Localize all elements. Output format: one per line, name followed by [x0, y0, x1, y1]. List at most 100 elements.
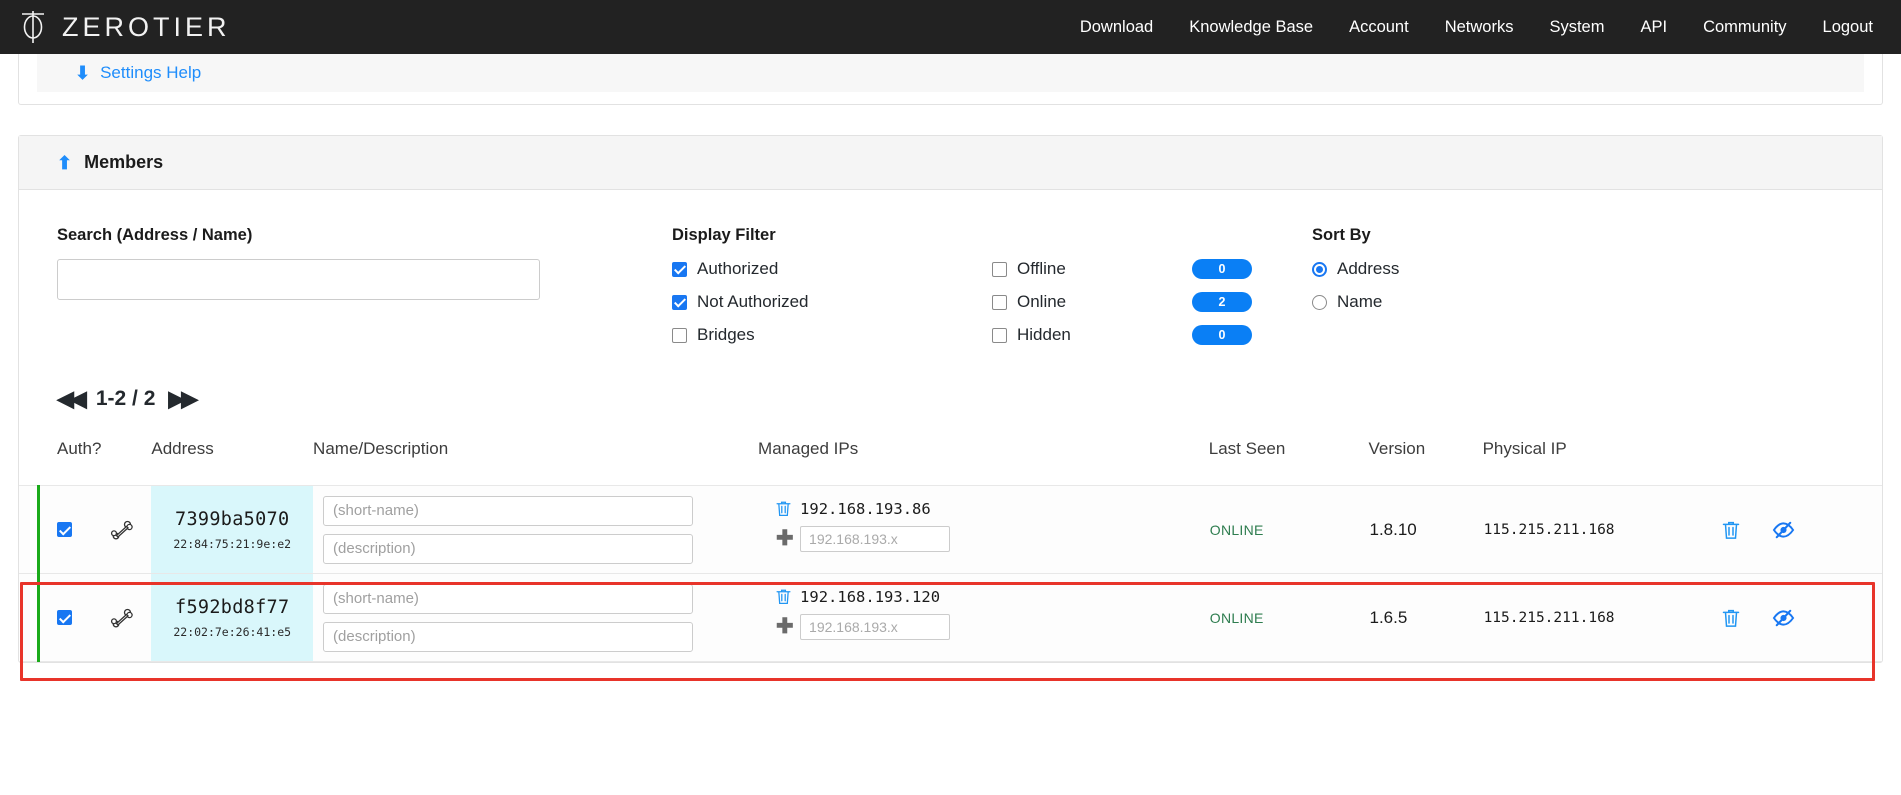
col-header-auth: Auth?	[19, 439, 151, 486]
row-version: 1.6.5	[1368, 574, 1482, 662]
row-short-name-input[interactable]	[323, 584, 693, 614]
display-filter-label: Display Filter	[672, 226, 1312, 245]
settings-panel: ⬇ Settings Help	[18, 54, 1883, 105]
sort-option-address-label: Address	[1337, 259, 1399, 279]
zerotier-logo-icon	[18, 9, 48, 45]
nav-item-account[interactable]: Account	[1349, 18, 1409, 37]
members-table-body: 7399ba5070 22:84:75:21:9e:e2	[19, 486, 1882, 662]
table-row[interactable]: 7399ba5070 22:84:75:21:9e:e2	[19, 486, 1882, 574]
row-address-cell: 7399ba5070 22:84:75:21:9e:e2	[151, 486, 313, 574]
managed-ip-add-row: ✚	[776, 526, 1208, 552]
skip-back-icon[interactable]: ◀◀	[57, 388, 83, 410]
checkbox-authorized[interactable]	[672, 262, 687, 277]
checkbox-not-authorized[interactable]	[672, 295, 687, 310]
filter-offline[interactable]: Offline	[992, 259, 1192, 279]
filter-hidden[interactable]: Hidden	[992, 325, 1192, 345]
trash-icon[interactable]	[776, 500, 791, 517]
skip-forward-icon[interactable]: ▶▶	[168, 388, 194, 410]
nav-item-api[interactable]: API	[1640, 18, 1667, 37]
display-filter-column: Display Filter Authorized Offline 0	[672, 226, 1312, 345]
sort-by-options: Address Name	[1312, 259, 1844, 312]
nav-item-community[interactable]: Community	[1703, 18, 1786, 37]
brand-name: ZEROTIER	[62, 12, 231, 43]
nav-item-knowledge-base[interactable]: Knowledge Base	[1189, 18, 1313, 37]
members-panel-header[interactable]: ⬆ Members	[19, 136, 1882, 190]
col-header-last-seen: Last Seen	[1209, 439, 1369, 486]
row-physical-ip: 115.215.211.168	[1483, 574, 1711, 662]
row-mac: 22:84:75:21:9e:e2	[163, 537, 301, 551]
row-last-seen: ONLINE	[1209, 574, 1369, 662]
nav-links: Download Knowledge Base Account Networks…	[1080, 18, 1873, 37]
managed-ip-add-input[interactable]	[800, 526, 950, 552]
managed-ip-entry: 192.168.193.120	[776, 588, 1208, 606]
filter-bridges[interactable]: Bridges	[672, 325, 992, 345]
row-name-cell	[313, 574, 758, 662]
col-header-version: Version	[1368, 439, 1482, 486]
checkbox-hidden[interactable]	[992, 328, 1007, 343]
pagination-range: 1-2 / 2	[96, 387, 156, 411]
row-last-seen: ONLINE	[1209, 486, 1369, 574]
arrow-up-icon: ⬆	[57, 154, 72, 172]
table-row[interactable]: f592bd8f77 22:02:7e:26:41:e5	[19, 574, 1882, 662]
members-table-header-row: Auth? Address Name/Description Managed I…	[19, 439, 1882, 486]
col-header-physical-ip: Physical IP	[1483, 439, 1711, 486]
nav-item-download[interactable]: Download	[1080, 18, 1153, 37]
sort-by-label: Sort By	[1312, 226, 1844, 245]
filter-hidden-label: Hidden	[1017, 325, 1071, 345]
badge-online-count: 2	[1192, 292, 1252, 312]
row-description-input[interactable]	[323, 622, 693, 652]
bone-wrench-icon[interactable]	[110, 606, 134, 630]
sort-option-name-label: Name	[1337, 292, 1382, 312]
filter-not-authorized-label: Not Authorized	[697, 292, 809, 312]
row-description-input[interactable]	[323, 534, 693, 564]
radio-name[interactable]	[1312, 295, 1327, 310]
nav-item-system[interactable]: System	[1549, 18, 1604, 37]
row-short-name-input[interactable]	[323, 496, 693, 526]
row-version: 1.8.10	[1368, 486, 1482, 574]
row-delete-icon[interactable]	[1722, 520, 1740, 540]
row-hide-eye-slash-icon[interactable]	[1772, 521, 1795, 539]
radio-address[interactable]	[1312, 262, 1327, 277]
row-auth-cell	[19, 486, 151, 574]
plus-icon[interactable]: ✚	[776, 616, 791, 637]
nav-item-networks[interactable]: Networks	[1445, 18, 1514, 37]
nav-item-logout[interactable]: Logout	[1823, 18, 1873, 37]
row-managed-ips-cell: 192.168.193.120 ✚	[758, 574, 1209, 662]
filter-online[interactable]: Online	[992, 292, 1192, 312]
checkbox-bridges[interactable]	[672, 328, 687, 343]
row-authorize-checkbox[interactable]	[57, 610, 72, 625]
trash-icon[interactable]	[776, 588, 791, 605]
filter-not-authorized[interactable]: Not Authorized	[672, 292, 992, 312]
row-hide-eye-slash-icon[interactable]	[1772, 609, 1795, 627]
row-actions-cell	[1711, 574, 1882, 662]
settings-help-row: ⬇ Settings Help	[37, 54, 1864, 92]
filter-offline-label: Offline	[1017, 259, 1066, 279]
bone-wrench-icon[interactable]	[110, 518, 134, 542]
filter-authorized[interactable]: Authorized	[672, 259, 992, 279]
search-input[interactable]	[57, 259, 540, 300]
row-authorize-checkbox[interactable]	[57, 522, 72, 537]
brand[interactable]: ZEROTIER	[18, 9, 231, 45]
row-name-cell	[313, 486, 758, 574]
row-managed-ips-cell: 192.168.193.86 ✚	[758, 486, 1209, 574]
checkbox-online[interactable]	[992, 295, 1007, 310]
row-actions-cell	[1711, 486, 1882, 574]
settings-help-link[interactable]: Settings Help	[100, 63, 201, 83]
sort-option-name[interactable]: Name	[1312, 292, 1844, 312]
row-address: 7399ba5070	[163, 509, 301, 530]
col-header-managed-ips: Managed IPs	[758, 439, 1209, 486]
members-title: Members	[84, 152, 163, 173]
col-header-name: Name/Description	[313, 439, 758, 486]
sort-option-address[interactable]: Address	[1312, 259, 1844, 279]
filter-bridges-label: Bridges	[697, 325, 755, 345]
plus-icon[interactable]: ✚	[776, 528, 791, 549]
members-panel: ⬆ Members Search (Address / Name) Displa…	[18, 135, 1883, 663]
row-auth-cell	[19, 574, 151, 662]
badge-hidden-count: 0	[1192, 325, 1252, 345]
managed-ip-value: 192.168.193.86	[800, 500, 931, 518]
page-content: ⬇ Settings Help ⬆ Members Search (Addres…	[0, 54, 1901, 663]
row-delete-icon[interactable]	[1722, 608, 1740, 628]
filter-online-label: Online	[1017, 292, 1066, 312]
checkbox-offline[interactable]	[992, 262, 1007, 277]
managed-ip-add-input[interactable]	[800, 614, 950, 640]
